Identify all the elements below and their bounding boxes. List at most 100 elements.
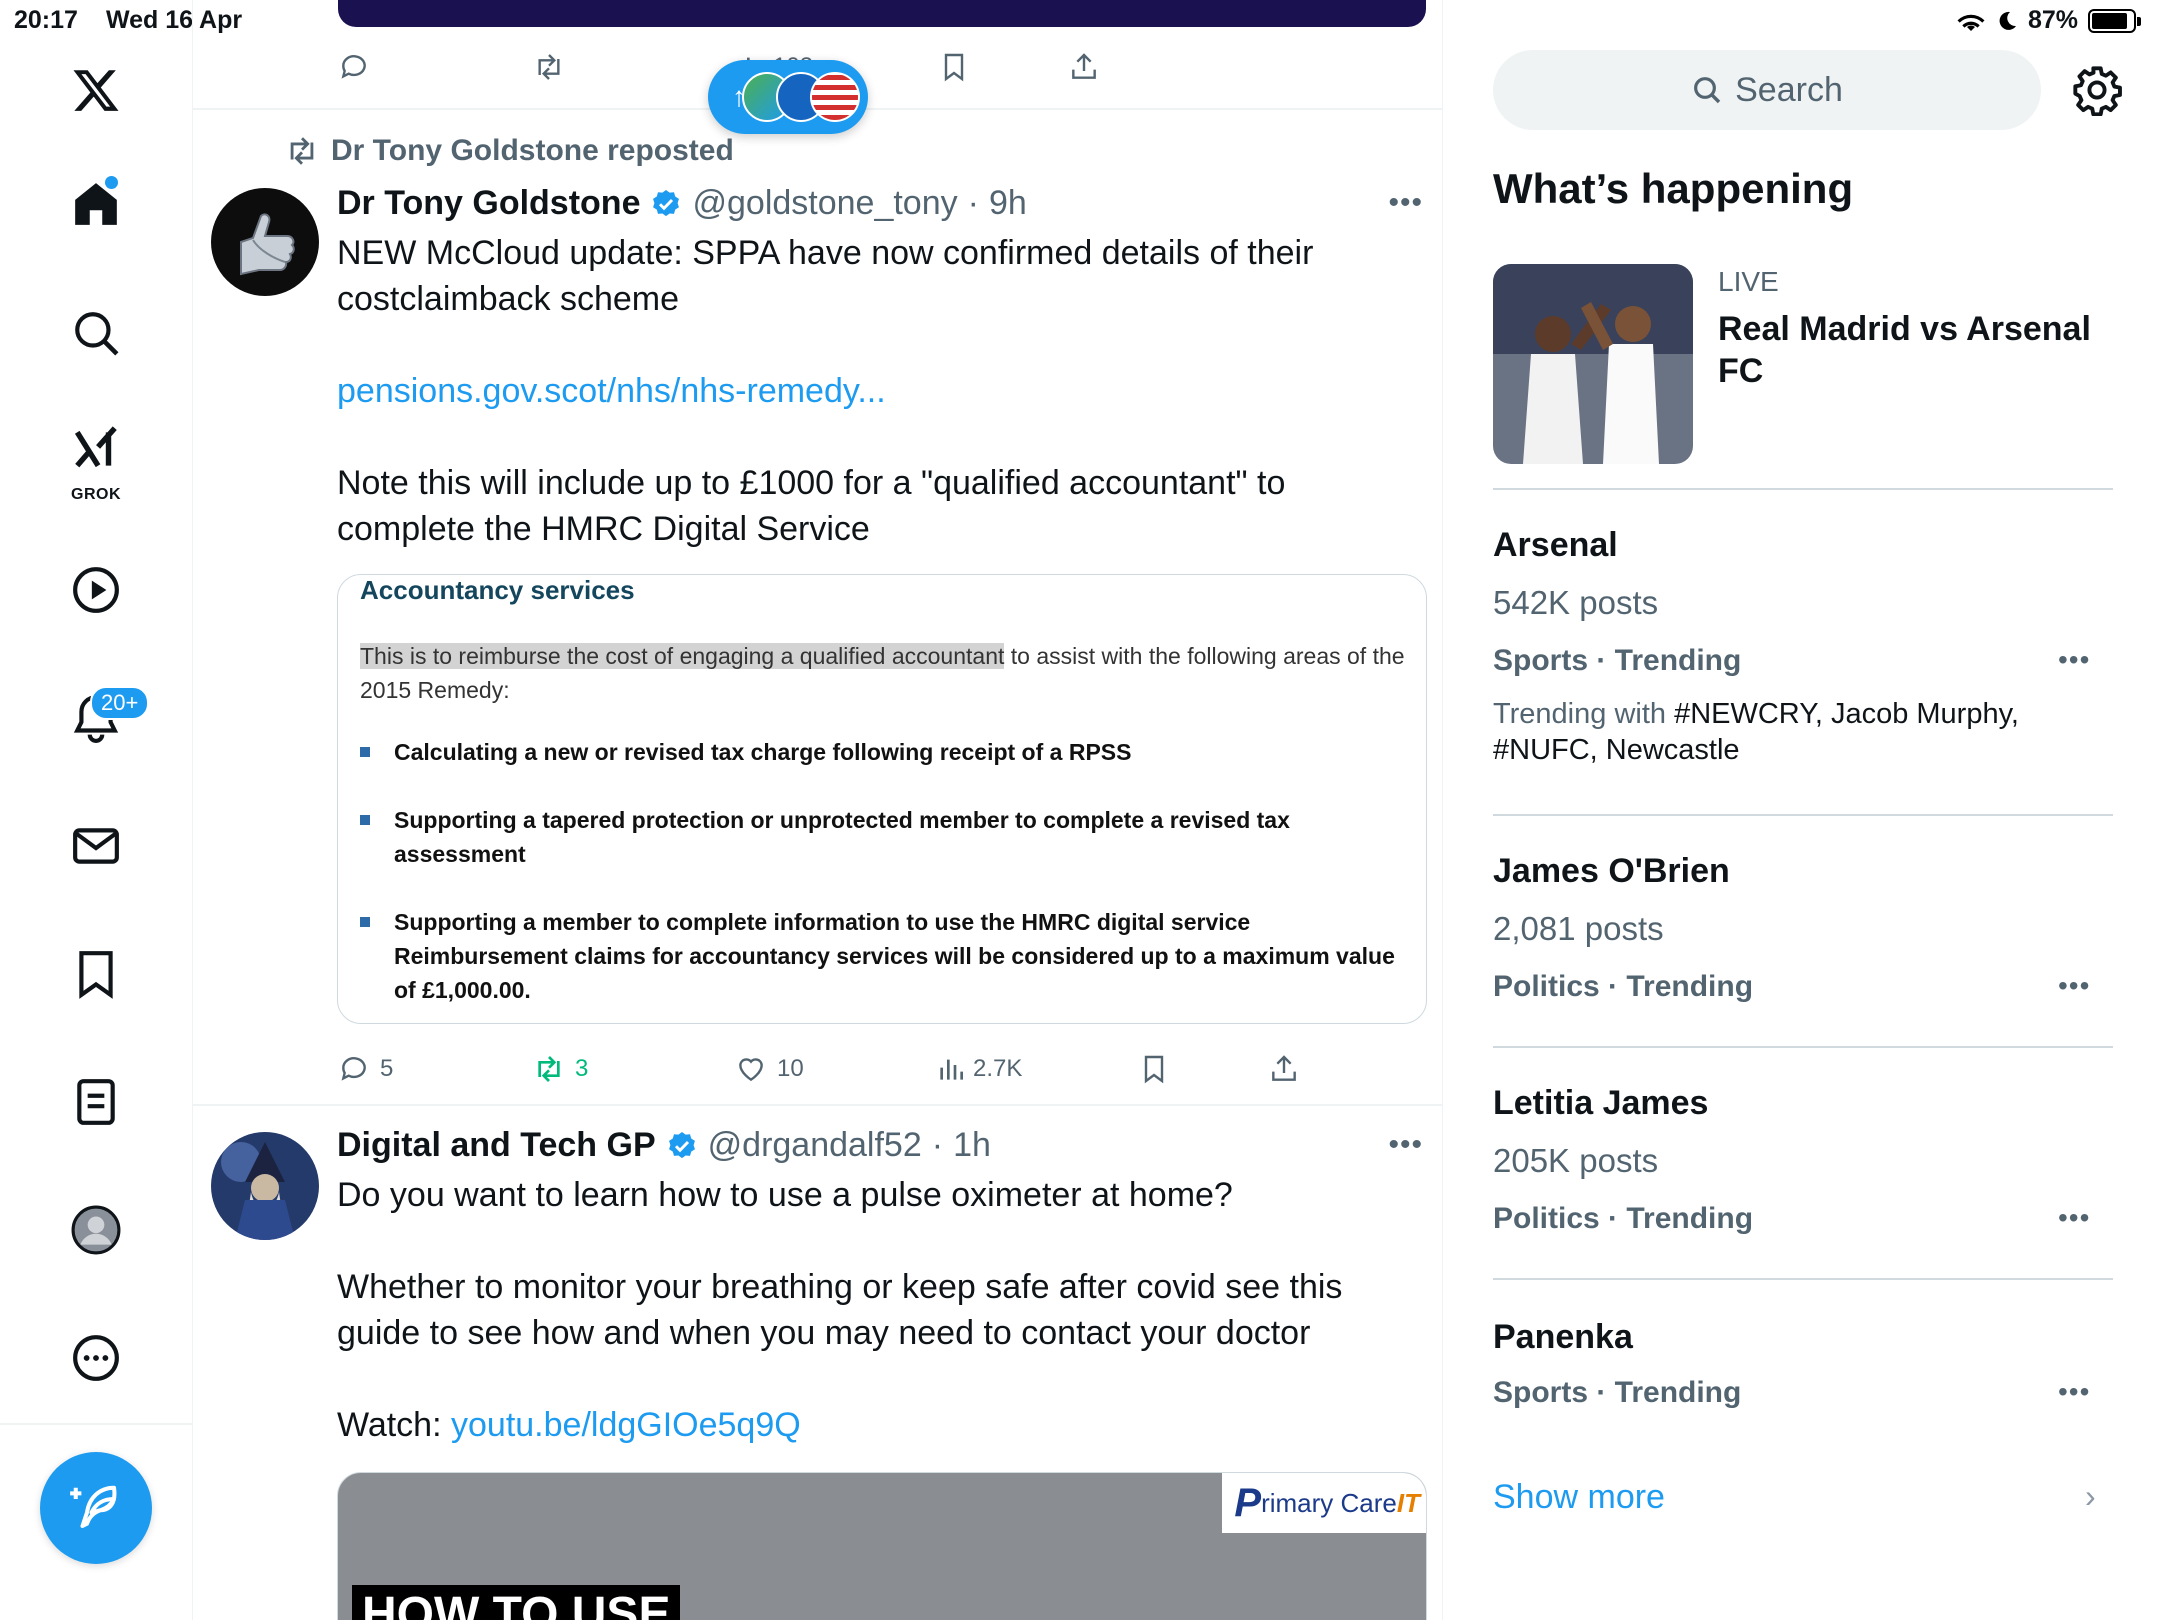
doc-bullet: Supporting a member to complete informat…	[360, 905, 1410, 1007]
trend-name: Panenka	[1493, 1318, 1633, 1356]
bookmark-icon	[1144, 1055, 1164, 1084]
tweet-text: NEW McCloud update: SPPA have now confir…	[337, 230, 1367, 552]
bookmark-icon	[79, 951, 113, 999]
tweet-time: 1h	[953, 1126, 991, 1164]
attached-image[interactable]: Accountancy services This is to reimburs…	[337, 574, 1427, 1024]
display-name[interactable]: Digital and Tech GP	[337, 1126, 656, 1165]
compose-feather-icon	[70, 1485, 117, 1529]
trend-more-icon[interactable]: •••	[2058, 644, 2090, 676]
avatar[interactable]	[211, 188, 319, 296]
verified-badge-icon	[668, 1131, 695, 1158]
trend-item[interactable]: Arsenal 542K posts Sports · Trending •••…	[1493, 526, 2133, 776]
reply-icon	[341, 1057, 366, 1081]
trend-item[interactable]: James O'Brien 2,081 posts Politics · Tre…	[1493, 852, 2133, 1012]
like-button[interactable]: 10	[735, 1044, 804, 1094]
nav-divider	[0, 1423, 193, 1425]
nav-video[interactable]	[48, 542, 144, 638]
trend-count: 542K posts	[1493, 584, 1659, 621]
reply-icon	[341, 55, 366, 79]
video-thumbnail[interactable]: HOW TO USE Primary Care IT	[337, 1472, 1427, 1620]
tweet-text-line: guide to see how and when you may need t…	[337, 1314, 1311, 1352]
trend-divider	[1493, 814, 2113, 816]
trend-divider	[1493, 488, 2113, 490]
tweet-divider	[193, 1104, 1443, 1106]
previous-tweet-media[interactable]	[338, 0, 1426, 27]
left-nav: GROK 20+	[0, 0, 193, 1620]
doc-title: Accountancy services	[360, 575, 635, 605]
repost-button[interactable]: 3	[533, 1044, 588, 1094]
search-icon	[75, 312, 119, 356]
list-icon	[77, 1079, 115, 1125]
youtube-link[interactable]: youtu.be/ldgGIOe5q9Q	[451, 1406, 801, 1444]
live-event-image	[1493, 264, 1693, 464]
trend-divider	[1493, 1278, 2113, 1280]
repost-icon	[538, 1056, 560, 1082]
trend-item[interactable]: Panenka Sports · Trending •••	[1493, 1318, 2133, 1428]
trend-with: Trending with #NEWCRY, Jacob Murphy, #NU…	[1493, 698, 2019, 766]
search-input[interactable]: Search	[1493, 50, 2041, 130]
repost-button[interactable]	[533, 42, 565, 92]
tweet-text: Do you want to learn how to use a pulse …	[337, 1172, 1367, 1448]
like-count: 10	[777, 1055, 804, 1082]
thumbs-up-avatar-icon	[211, 188, 319, 296]
verified-badge-icon	[653, 189, 680, 216]
mail-icon	[73, 828, 119, 864]
live-event-card[interactable]: LIVE Real Madrid vs Arsenal FC	[1493, 264, 2113, 464]
views-chart-icon	[940, 1059, 963, 1080]
repost-context: Dr Tony Goldstone reposted	[285, 134, 734, 168]
more-options-icon[interactable]: •••	[1388, 186, 1423, 220]
repost-small-icon	[290, 137, 314, 165]
x-logo-icon[interactable]	[48, 42, 144, 138]
nav-notifications[interactable]: 20+	[48, 670, 150, 766]
chevron-right-icon[interactable]: ›	[2085, 1478, 2096, 1515]
show-more-link[interactable]: Show more	[1493, 1478, 1665, 1517]
nav-home[interactable]	[48, 156, 144, 252]
reply-button[interactable]	[338, 42, 370, 92]
repost-by: Dr Tony Goldstone reposted	[331, 134, 734, 167]
watch-line: Watch: youtu.be/ldgGIOe5q9Q	[337, 1402, 1367, 1448]
trend-item[interactable]: Letitia James 205K posts Politics · Tren…	[1493, 1084, 2133, 1244]
trend-category: Sports · Trending	[1493, 644, 1742, 677]
trend-name: James O'Brien	[1493, 852, 1730, 890]
nav-profile[interactable]	[48, 1182, 144, 1278]
tweet-text-line: Do you want to learn how to use a pulse …	[337, 1176, 1233, 1214]
pill-avatar	[810, 72, 860, 122]
watch-label: Watch:	[337, 1406, 451, 1444]
tweet-header: Dr Tony Goldstone @goldstone_tony · 9h	[337, 184, 1027, 223]
tweet-link[interactable]: pensions.gov.scot/nhs/nhs-remedy...	[337, 372, 886, 410]
gear-icon[interactable]	[2071, 64, 2123, 116]
nav-grok[interactable]: GROK	[48, 410, 144, 510]
nav-messages[interactable]	[48, 798, 144, 894]
profile-avatar-icon	[71, 1205, 121, 1255]
trend-category: Politics · Trending	[1493, 1202, 1754, 1235]
bookmark-button[interactable]	[938, 42, 970, 92]
more-options-icon[interactable]: •••	[1388, 1128, 1423, 1162]
new-posts-pill[interactable]: ↑	[708, 60, 868, 134]
tweet-text-line: costclaimback scheme	[337, 280, 680, 318]
doc-bullet: Calculating a new or revised tax charge …	[360, 735, 1410, 769]
compose-button[interactable]	[40, 1452, 152, 1564]
views-button[interactable]: 2.7K	[935, 1044, 1022, 1094]
share-button[interactable]	[1268, 1044, 1300, 1094]
trend-more-icon[interactable]: •••	[2058, 970, 2090, 1002]
more-circle-icon	[73, 1335, 119, 1381]
doc-highlight: This is to reimburse the cost of engagin…	[360, 643, 1005, 669]
avatar[interactable]	[211, 1132, 319, 1240]
display-name[interactable]: Dr Tony Goldstone	[337, 184, 640, 223]
nav-bookmarks[interactable]	[48, 926, 144, 1022]
trend-more-icon[interactable]: •••	[2058, 1376, 2090, 1408]
repost-count: 3	[575, 1055, 589, 1082]
doc-bullet: Supporting a tapered protection or unpro…	[360, 803, 1410, 871]
nav-explore[interactable]	[48, 285, 144, 381]
share-button[interactable]	[1068, 42, 1100, 92]
nav-lists[interactable]	[48, 1054, 144, 1150]
primary-care-it-logo: Primary Care IT	[1222, 1473, 1426, 1533]
right-sidebar: Search What’s happening LIVE Real Madrid…	[1445, 0, 2160, 1620]
nav-more[interactable]	[48, 1310, 144, 1406]
trend-count: 205K posts	[1493, 1142, 1659, 1179]
handle: @drgandalf52	[707, 1126, 922, 1164]
reply-button[interactable]: 5	[338, 1044, 393, 1094]
heart-icon	[739, 1058, 763, 1082]
trend-more-icon[interactable]: •••	[2058, 1202, 2090, 1234]
bookmark-button[interactable]	[1138, 1044, 1170, 1094]
